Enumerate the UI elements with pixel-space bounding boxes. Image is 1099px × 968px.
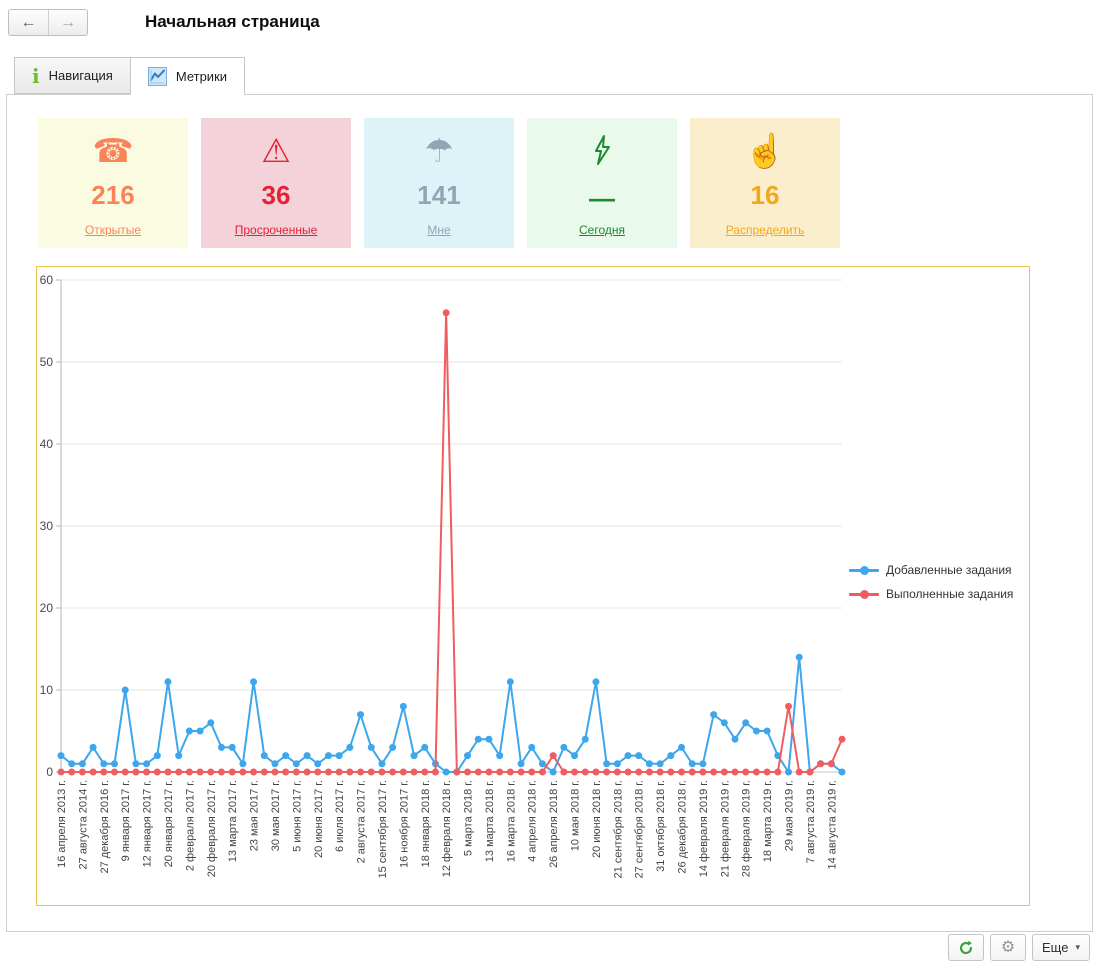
open-tasks-count: 216 — [91, 182, 134, 208]
svg-text:16 ноября 2017 г.: 16 ноября 2017 г. — [398, 780, 410, 868]
card-open-tasks: ☎ 216 Открытые — [38, 118, 188, 248]
svg-text:10: 10 — [40, 683, 54, 697]
refresh-button[interactable] — [948, 934, 984, 961]
svg-text:31 октября 2018 г.: 31 октября 2018 г. — [655, 780, 667, 872]
overdue-tasks-count: 36 — [262, 182, 291, 208]
tasks-chart[interactable]: 0 10 20 30 40 50 60 16 апреля 2013 г. 27 августа… — [36, 266, 1030, 906]
svg-text:7 августа 2019 г.: 7 августа 2019 г. — [805, 780, 817, 863]
svg-text:2 августа 2017 г.: 2 августа 2017 г. — [356, 780, 368, 863]
legend-completed-tasks: Выполненные задания — [849, 587, 1013, 601]
back-button[interactable]: ← — [9, 10, 48, 35]
svg-text:28 февраля 2019 г.: 28 февраля 2019 г. — [741, 780, 753, 877]
svg-text:27 сентября 2018 г.: 27 сентября 2018 г. — [634, 780, 646, 879]
open-tasks-link[interactable]: Открытые — [85, 223, 141, 237]
refresh-icon — [958, 940, 974, 956]
svg-text:2 февраля 2017 г.: 2 февраля 2017 г. — [184, 780, 196, 871]
svg-text:18 января 2018 г.: 18 января 2018 г. — [420, 780, 432, 867]
svg-text:21 февраля 2019 г.: 21 февраля 2019 г. — [719, 780, 731, 877]
tab-bar: i Навигация Метрики — [14, 57, 245, 94]
svg-text:6 июля 2017 г.: 6 июля 2017 г. — [334, 780, 346, 852]
svg-text:29 мая 2019 г.: 29 мая 2019 г. — [784, 780, 796, 851]
metrics-panel: ☎ 216 Открытые ⚠ 36 Просроченные ☂ 141 М… — [6, 94, 1093, 932]
settings-button[interactable]: ⚙ — [990, 934, 1026, 961]
svg-text:20 февраля 2017 г.: 20 февраля 2017 г. — [206, 780, 218, 877]
command-bar: ⚙ Еще ▾ — [948, 934, 1090, 961]
svg-text:26 декабря 2018 г.: 26 декабря 2018 г. — [677, 780, 689, 874]
svg-text:20 июня 2018 г.: 20 июня 2018 г. — [591, 780, 603, 858]
card-today-tasks: — Сегодня — [527, 118, 677, 248]
more-button[interactable]: Еще ▾ — [1032, 934, 1090, 961]
svg-text:9 января 2017 г.: 9 января 2017 г. — [120, 780, 132, 861]
svg-text:23 мая 2017 г.: 23 мая 2017 г. — [249, 780, 261, 851]
metric-cards: ☎ 216 Открытые ⚠ 36 Просроченные ☂ 141 М… — [38, 118, 840, 248]
svg-text:18 марта 2019 г.: 18 марта 2019 г. — [762, 780, 774, 862]
umbrella-icon: ☂ — [424, 134, 454, 167]
svg-text:27 декабря 2016 г.: 27 декабря 2016 г. — [99, 780, 111, 874]
distribute-tasks-count: 16 — [751, 182, 780, 208]
svg-text:20 января 2017 г.: 20 января 2017 г. — [163, 780, 175, 867]
svg-text:12 января 2017 г.: 12 января 2017 г. — [142, 780, 154, 867]
card-overdue-tasks: ⚠ 36 Просроченные — [201, 118, 351, 248]
history-nav: ← → — [8, 9, 88, 36]
svg-text:27 августа 2014 г.: 27 августа 2014 г. — [77, 780, 89, 869]
forward-button[interactable]: → — [48, 10, 87, 35]
warning-icon: ⚠ — [261, 134, 291, 167]
svg-text:14 августа 2019 г.: 14 августа 2019 г. — [826, 780, 838, 869]
lightning-icon — [589, 134, 615, 172]
back-arrow-icon: ← — [21, 15, 37, 31]
svg-text:12 февраля 2018 г.: 12 февраля 2018 г. — [441, 780, 453, 877]
svg-text:13 марта 2018 г.: 13 марта 2018 г. — [484, 780, 496, 862]
svg-text:21 сентября 2018 г.: 21 сентября 2018 г. — [612, 780, 624, 879]
card-distribute-tasks: ☝ 16 Распределить — [690, 118, 840, 248]
svg-text:20: 20 — [40, 601, 54, 615]
legend-added-tasks-label: Добавленные задания — [886, 563, 1012, 577]
svg-text:15 сентября 2017 г.: 15 сентября 2017 г. — [377, 780, 389, 879]
svg-text:5 марта 2018 г.: 5 марта 2018 г. — [463, 780, 475, 856]
tab-navigation-label: Навигация — [49, 68, 113, 83]
today-tasks-link[interactable]: Сегодня — [579, 223, 625, 237]
tab-navigation[interactable]: i Навигация — [14, 57, 130, 94]
svg-text:13 марта 2017 г.: 13 марта 2017 г. — [227, 780, 239, 862]
phone-icon: ☎ — [92, 134, 133, 167]
tab-metrics-label: Метрики — [176, 69, 227, 84]
gear-icon: ⚙ — [1001, 940, 1015, 956]
distribute-tasks-link[interactable]: Распределить — [726, 223, 805, 237]
pointing-hand-icon: ☝ — [744, 134, 785, 167]
chart-legend: Добавленные задания Выполненные задания — [849, 563, 1013, 601]
forward-arrow-icon: → — [60, 15, 76, 31]
page-title: Начальная страница — [145, 12, 320, 32]
svg-text:0: 0 — [46, 765, 53, 779]
today-tasks-count: — — [589, 185, 615, 211]
my-tasks-count: 141 — [417, 182, 460, 208]
chevron-down-icon: ▾ — [1075, 943, 1080, 952]
svg-text:60: 60 — [40, 273, 54, 287]
svg-text:4 апреля 2018 г.: 4 апреля 2018 г. — [527, 780, 539, 862]
svg-text:30 мая 2017 г.: 30 мая 2017 г. — [270, 780, 282, 851]
legend-completed-tasks-label: Выполненные задания — [886, 587, 1013, 601]
completed-tasks-swatch — [849, 593, 879, 596]
added-tasks-swatch — [849, 569, 879, 572]
svg-text:5 июня 2017 г.: 5 июня 2017 г. — [291, 780, 303, 852]
line-chart-icon — [148, 67, 167, 86]
svg-text:40: 40 — [40, 437, 54, 451]
tab-metrics[interactable]: Метрики — [130, 57, 245, 95]
svg-text:30: 30 — [40, 519, 54, 533]
legend-added-tasks: Добавленные задания — [849, 563, 1013, 577]
svg-text:14 февраля 2019 г.: 14 февраля 2019 г. — [698, 780, 710, 877]
info-icon: i — [32, 66, 40, 86]
svg-text:16 марта 2018 г.: 16 марта 2018 г. — [505, 780, 517, 862]
svg-text:20 июня 2017 г.: 20 июня 2017 г. — [313, 780, 325, 858]
svg-text:10 мая 2018 г.: 10 мая 2018 г. — [570, 780, 582, 851]
overdue-tasks-link[interactable]: Просроченные — [235, 223, 318, 237]
svg-text:16 апреля 2013 г.: 16 апреля 2013 г. — [56, 780, 68, 868]
more-button-label: Еще — [1042, 940, 1068, 955]
card-my-tasks: ☂ 141 Мне — [364, 118, 514, 248]
svg-text:26 апреля 2018 г.: 26 апреля 2018 г. — [548, 780, 560, 868]
my-tasks-link[interactable]: Мне — [427, 223, 450, 237]
svg-text:50: 50 — [40, 355, 54, 369]
